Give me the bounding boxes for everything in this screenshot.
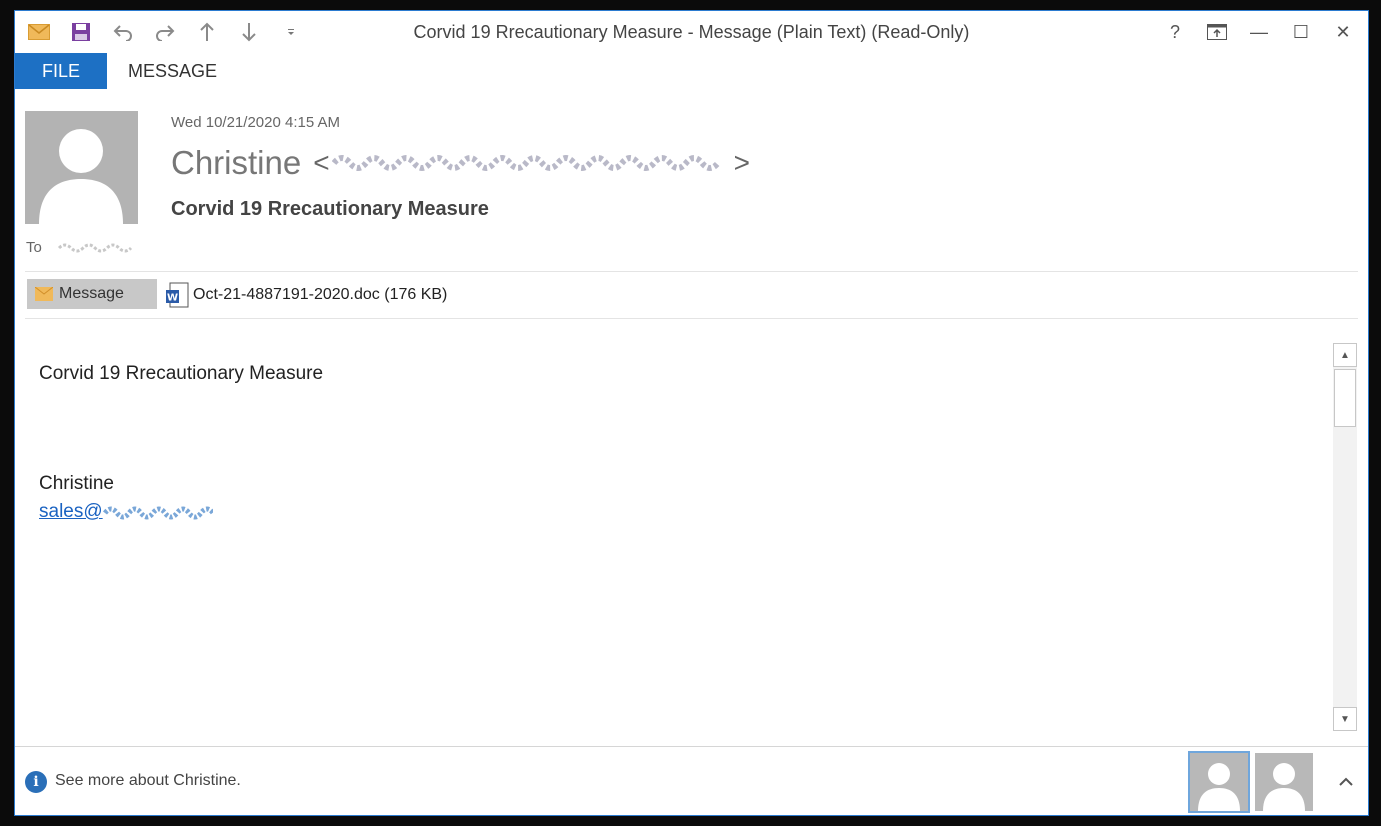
close-icon[interactable]: ✕: [1324, 17, 1362, 47]
help-icon[interactable]: ?: [1156, 17, 1194, 47]
attachment-file[interactable]: W Oct-21-4887191-2020.doc (176 KB): [165, 281, 447, 309]
scroll-down-button[interactable]: ▼: [1333, 707, 1357, 731]
to-label: To: [26, 239, 42, 256]
person-avatar-selected[interactable]: [1188, 751, 1250, 813]
vertical-scrollbar[interactable]: ▲ ▼: [1333, 343, 1357, 731]
see-more-link[interactable]: See more about Christine.: [55, 772, 241, 790]
sent-date: Wed 10/21/2020 4:15 AM: [171, 114, 341, 131]
subject: Corvid 19 Rrecautionary Measure: [171, 198, 489, 220]
envelope-icon: [34, 286, 54, 301]
sender-name[interactable]: Christine: [171, 144, 301, 182]
word-doc-icon: W: [165, 282, 189, 308]
tab-file[interactable]: FILE: [15, 53, 107, 89]
email-link-prefix[interactable]: sales@: [39, 501, 103, 523]
ribbon-tabs: FILE MESSAGE: [15, 53, 1368, 89]
attachment-message-tab[interactable]: Message: [27, 279, 157, 309]
email-link[interactable]: sales@: [39, 501, 215, 523]
message-window: Corvid 19 Rrecautionary Measure - Messag…: [14, 10, 1369, 816]
recipient-redacted: [57, 239, 137, 257]
window-controls: ? — ☐ ✕: [1156, 17, 1362, 47]
sender-email-redacted: [331, 146, 732, 180]
email-link-redacted: [102, 501, 215, 523]
people-pane: i See more about Christine.: [15, 746, 1368, 815]
minimize-icon[interactable]: —: [1240, 17, 1278, 47]
sender: Christine < >: [171, 144, 750, 182]
body-line: Corvid 19 Rrecautionary Measure: [39, 363, 324, 384]
ribbon-display-icon[interactable]: [1198, 17, 1236, 47]
scroll-thumb[interactable]: [1334, 369, 1356, 427]
tab-message[interactable]: MESSAGE: [128, 53, 217, 89]
info-icon: i: [25, 771, 47, 793]
person-avatar[interactable]: [1255, 753, 1313, 811]
divider: [25, 318, 1358, 319]
maximize-icon[interactable]: ☐: [1282, 17, 1320, 47]
email-close-bracket: >: [733, 147, 750, 178]
signature-name: Christine: [39, 473, 114, 494]
title-bar: Corvid 19 Rrecautionary Measure - Messag…: [15, 11, 1368, 53]
svg-text:W: W: [167, 293, 178, 304]
divider: [25, 271, 1358, 272]
scroll-up-button[interactable]: ▲: [1333, 343, 1357, 367]
chevron-up-icon[interactable]: [1335, 771, 1357, 793]
attachment-message-label: Message: [59, 285, 124, 302]
sender-avatar: [25, 111, 138, 224]
email-open-bracket: <: [313, 147, 330, 178]
attachment-file-name: Oct-21-4887191-2020.doc (176 KB): [193, 286, 448, 303]
